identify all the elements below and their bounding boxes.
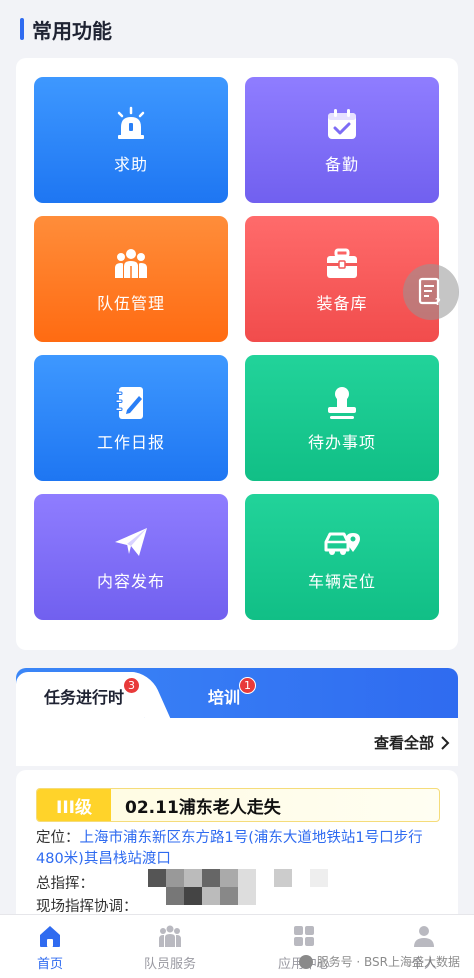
- task-location: 定位：上海市浦东新区东方路1号(浦东大道地铁站1号口步行480米)其昌栈站渡口: [36, 828, 440, 870]
- watermark: 服务号 · BSR上海盛大数据: [298, 953, 460, 970]
- view-all-label: 查看全部: [373, 734, 434, 752]
- tile-label: 内容发布: [96, 572, 165, 591]
- wechat-icon: [298, 954, 313, 969]
- task-level-badge: III级: [37, 789, 111, 821]
- home-icon: [40, 926, 60, 947]
- svg-text:?: ?: [435, 297, 441, 307]
- toolbox-icon: [327, 248, 357, 278]
- car-location-icon: [324, 532, 360, 555]
- tile-label: 工作日报: [96, 433, 165, 452]
- stamp-icon: [328, 387, 356, 419]
- nav-label: 首页: [36, 957, 63, 972]
- section-title-text: 常用功能: [32, 18, 112, 43]
- tile-daily-report[interactable]: 工作日报: [34, 355, 228, 481]
- nav-label: 队员服务: [143, 957, 196, 972]
- tile-label: 装备库: [316, 294, 368, 313]
- team-icon: [115, 249, 147, 278]
- tile-todo[interactable]: 待办事项: [245, 355, 439, 481]
- tile-label: 待办事项: [307, 433, 376, 452]
- commander-label: 总指挥：: [36, 876, 94, 892]
- task-commander: 总指挥：: [36, 874, 94, 895]
- person-icon: [414, 926, 434, 947]
- floating-help-button[interactable]: ?: [403, 264, 459, 320]
- document-question-icon: ?: [418, 277, 441, 307]
- location-label: 定位：: [36, 830, 80, 846]
- calendar-check-icon: [328, 109, 356, 139]
- task-header: III级 02.11浦东老人走失: [36, 788, 440, 822]
- view-all-link[interactable]: 查看全部: [374, 732, 450, 753]
- task-title: 02.11浦东老人走失: [125, 797, 281, 818]
- tab-training[interactable]: 培训: [208, 684, 240, 708]
- function-panel: 求助 备勤 队伍管理 装备库 工作日报 待办事项 内容发布 车辆定位: [16, 58, 458, 650]
- tab-tasks-in-progress[interactable]: 任务进行时: [44, 684, 124, 708]
- tile-team-management[interactable]: 队伍管理: [34, 216, 228, 342]
- task-card[interactable]: III级 02.11浦东老人走失 定位：上海市浦东新区东方路1号(浦东大道地铁站…: [16, 770, 458, 920]
- tab-badge-tasks: 3: [123, 677, 140, 694]
- paper-plane-icon: [115, 528, 147, 556]
- location-value: 上海市浦东新区东方路1号(浦东大道地铁站1号口步行480米)其昌栈站渡口: [36, 830, 423, 867]
- tile-vehicle-location[interactable]: 车辆定位: [245, 494, 439, 620]
- watermark-text: 服务号 · BSR上海盛大数据: [316, 955, 460, 969]
- chevron-right-icon: [441, 735, 450, 750]
- tile-label: 备勤: [324, 155, 359, 174]
- alarm-light-icon: [117, 106, 145, 139]
- notebook-pen-icon: [115, 387, 143, 419]
- tile-help[interactable]: 求助: [34, 77, 228, 203]
- tile-label: 求助: [113, 155, 148, 174]
- tab-badge-training: 1: [239, 677, 256, 694]
- section-title: 常用功能: [20, 14, 112, 44]
- tile-standby[interactable]: 备勤: [245, 77, 439, 203]
- tile-label: 队伍管理: [96, 294, 165, 313]
- site-commander-label: 现场指挥协调：: [36, 899, 138, 915]
- tile-content-publish[interactable]: 内容发布: [34, 494, 228, 620]
- team-service-icon: [159, 925, 181, 947]
- apps-icon: [294, 926, 314, 946]
- tile-label: 车辆定位: [307, 572, 376, 591]
- nav-home[interactable]: 首页: [5, 923, 95, 972]
- nav-team-service[interactable]: 队员服务: [125, 923, 215, 972]
